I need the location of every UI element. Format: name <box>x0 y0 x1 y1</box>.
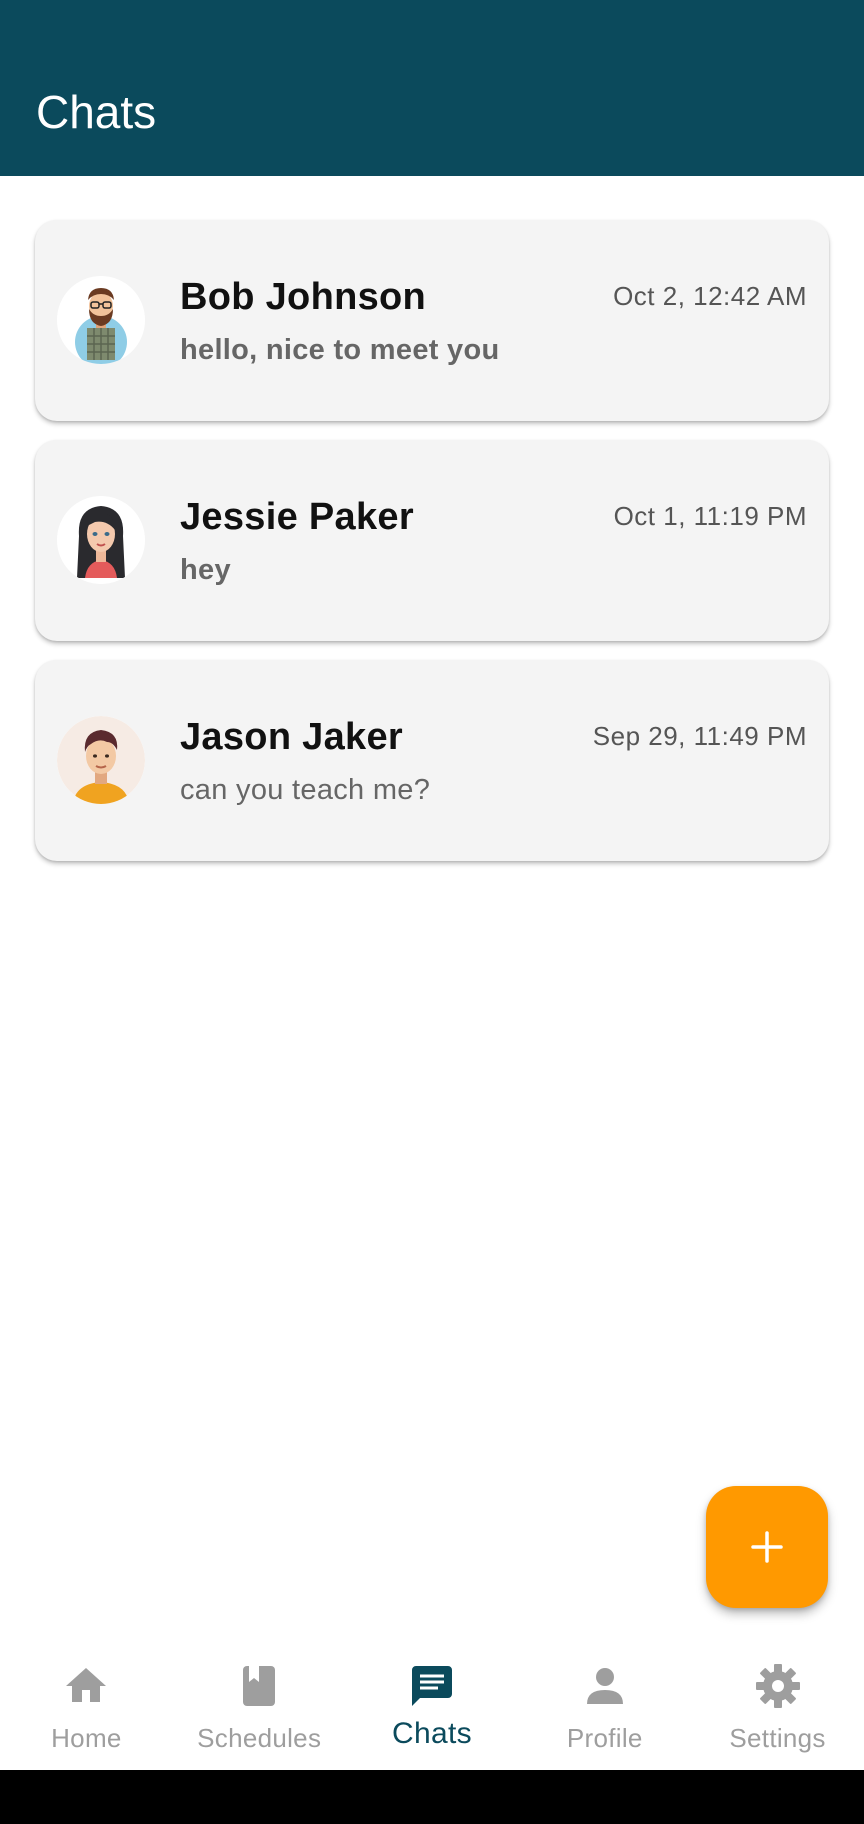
contact-name: Jessie Paker <box>180 496 414 538</box>
nav-item-settings[interactable]: Settings <box>691 1642 864 1770</box>
nav-item-label: Settings <box>729 1723 826 1753</box>
last-message-preview: hey <box>180 554 231 586</box>
nav-item-label: Schedules <box>197 1723 322 1753</box>
nav-item-home[interactable]: Home <box>0 1642 173 1770</box>
app-bar: Chats <box>0 0 864 176</box>
nav-item-label: Home <box>51 1723 122 1753</box>
chat-list-item[interactable]: Jason Jaker Sep 29, 11:49 PM can you tea… <box>35 660 829 861</box>
last-message-preview: can you teach me? <box>180 774 431 806</box>
woman-avatar <box>57 496 145 584</box>
home-icon <box>62 1662 110 1710</box>
contact-name: Jason Jaker <box>180 716 404 758</box>
chat-list-item[interactable]: Bob Johnson Oct 2, 12:42 AM hello, nice … <box>35 220 829 421</box>
last-message-preview: hello, nice to meet you <box>180 334 500 366</box>
chats-screen: Chats Bob Johnson Oct 2, 12:42 AM hello,… <box>0 0 864 1824</box>
nav-item-chats[interactable]: Chats <box>346 1642 519 1770</box>
nav-item-schedules[interactable]: Schedules <box>173 1642 346 1770</box>
bottom-navigation: Home Schedules Chats Profile Settings <box>0 1642 864 1770</box>
message-timestamp: Sep 29, 11:49 PM <box>592 721 807 751</box>
chat-icon <box>408 1662 456 1710</box>
gear-icon <box>754 1662 802 1710</box>
page-title: Chats <box>36 86 157 138</box>
chat-list: Bob Johnson Oct 2, 12:42 AM hello, nice … <box>35 220 829 880</box>
person-icon <box>581 1662 629 1710</box>
chat-list-item[interactable]: Jessie Paker Oct 1, 11:19 PM hey <box>35 440 829 641</box>
contact-name: Bob Johnson <box>180 276 427 318</box>
nav-item-label: Chats <box>392 1717 472 1750</box>
plus-icon <box>751 1531 783 1563</box>
bearded-man-avatar <box>57 276 145 364</box>
new-chat-button[interactable] <box>706 1486 828 1608</box>
message-timestamp: Oct 1, 11:19 PM <box>613 501 807 531</box>
nav-item-profile[interactable]: Profile <box>518 1642 691 1770</box>
system-navigation-bar <box>0 1770 864 1824</box>
young-man-avatar <box>57 716 145 804</box>
book-icon <box>235 1662 283 1710</box>
nav-item-label: Profile <box>566 1723 643 1753</box>
message-timestamp: Oct 2, 12:42 AM <box>613 281 807 311</box>
